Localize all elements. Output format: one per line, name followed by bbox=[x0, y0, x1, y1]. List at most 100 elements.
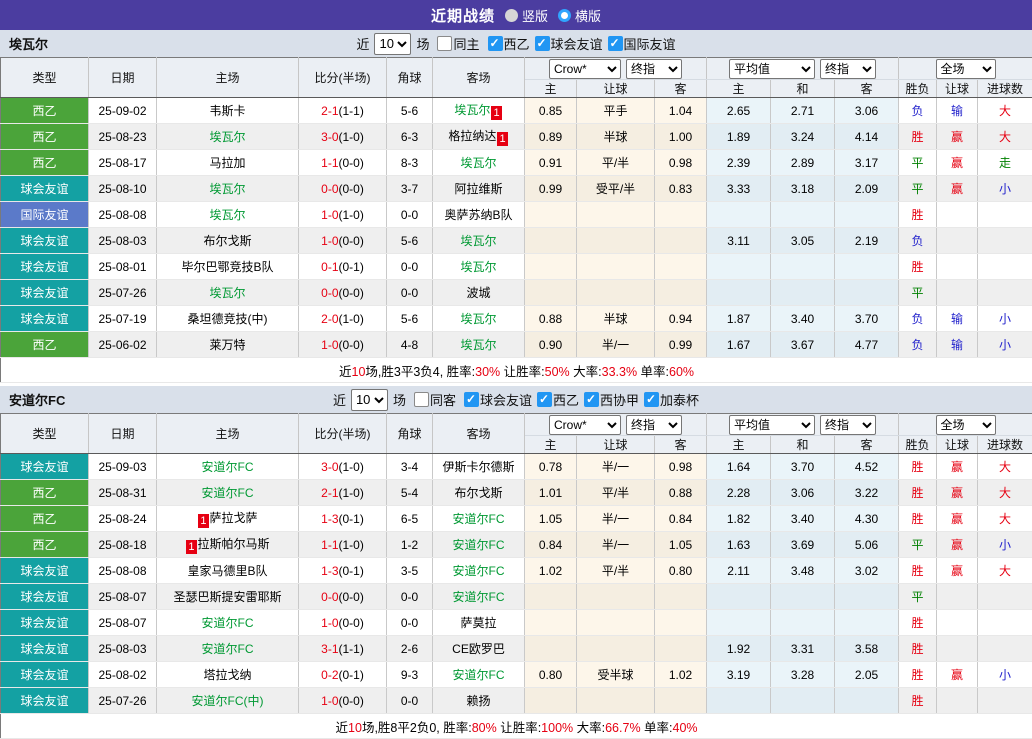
result-cell: 胜 bbox=[899, 610, 937, 636]
summary-segment: 60% bbox=[669, 365, 694, 379]
match-type-cell: 西乙 bbox=[1, 98, 89, 124]
europe-odds-cell: 3.24 bbox=[771, 124, 835, 150]
same-venue-checkbox[interactable] bbox=[414, 392, 429, 407]
europe-odds-cell: 2.65 bbox=[707, 98, 771, 124]
league-filter[interactable]: 西乙 bbox=[534, 390, 579, 409]
europe-company-select[interactable]: 平均值 bbox=[729, 415, 815, 435]
team-name: 埃瓦尔 bbox=[9, 34, 48, 53]
league-filter[interactable]: 国际友谊 bbox=[605, 34, 676, 53]
league-checkbox[interactable] bbox=[644, 392, 659, 407]
europe-odds-cell: 3.70 bbox=[835, 306, 899, 332]
result-scope-select[interactable]: 全场 bbox=[936, 415, 996, 435]
league-filter[interactable]: 球会友谊 bbox=[532, 34, 603, 53]
league-checkbox[interactable] bbox=[535, 36, 550, 51]
league-checkbox[interactable] bbox=[537, 392, 552, 407]
col-header-result-goals: 进球数 bbox=[978, 80, 1032, 98]
europe-odds-cell bbox=[771, 584, 835, 610]
europe-company-select[interactable]: 平均值 bbox=[729, 59, 815, 79]
league-filter[interactable]: 西乙 bbox=[485, 34, 530, 53]
col-header-euro-home: 主 bbox=[707, 436, 771, 454]
halftime-score: (1-0) bbox=[339, 208, 364, 222]
result-cell: 胜 bbox=[899, 124, 937, 150]
europe-final-select[interactable]: 终指 bbox=[820, 59, 876, 79]
result-cell: 输 bbox=[937, 306, 978, 332]
match-row: 球会友谊25-07-19桑坦德竞技(中)2-0(1-0)5-6埃瓦尔0.88半球… bbox=[1, 306, 1032, 332]
corner-cell: 0-0 bbox=[387, 610, 433, 636]
match-type-cell: 西乙 bbox=[1, 332, 89, 358]
league-filter[interactable]: 加泰杯 bbox=[641, 390, 699, 409]
league-filter[interactable]: 西协甲 bbox=[581, 390, 639, 409]
result-scope-select[interactable]: 全场 bbox=[936, 59, 996, 79]
away-team-cell: 安道尔FC bbox=[433, 532, 525, 558]
asia-odds-selects: Crow*终指 bbox=[525, 58, 707, 80]
home-team-name: 萨拉戈萨 bbox=[210, 511, 258, 525]
asia-odds-cell bbox=[577, 636, 655, 662]
halftime-score: (0-1) bbox=[339, 564, 364, 578]
asia-company-select[interactable]: Crow* bbox=[549, 59, 621, 79]
radio-icon-horizontal[interactable] bbox=[558, 9, 571, 22]
results-table: 类型 日期 主场 比分(半场) 角球 客场 Crow*终指 平均值终指 全场 bbox=[0, 57, 1032, 383]
asia-odds-cell: 0.89 bbox=[525, 124, 577, 150]
asia-odds-cell: 半/一 bbox=[577, 332, 655, 358]
fulltime-score: 0-0 bbox=[321, 590, 338, 604]
result-cell: 赢 bbox=[937, 150, 978, 176]
radio-icon-vertical[interactable] bbox=[505, 9, 518, 22]
league-checkbox[interactable] bbox=[488, 36, 503, 51]
match-row: 球会友谊25-08-03安道尔FC3-1(1-1)2-6CE欧罗巴1.923.3… bbox=[1, 636, 1032, 662]
asia-odds-cell: 0.94 bbox=[655, 306, 707, 332]
fulltime-score: 2-1 bbox=[321, 486, 338, 500]
halftime-score: (0-1) bbox=[339, 668, 364, 682]
league-checkbox[interactable] bbox=[584, 392, 599, 407]
asia-odds-cell bbox=[577, 280, 655, 306]
europe-final-select[interactable]: 终指 bbox=[820, 415, 876, 435]
same-venue-filter[interactable]: 同主 bbox=[434, 34, 479, 53]
europe-odds-selects: 平均值终指 bbox=[707, 414, 899, 436]
col-header-score: 比分(半场) bbox=[299, 58, 387, 98]
away-team-cell: 萨莫拉 bbox=[433, 610, 525, 636]
europe-odds-cell bbox=[707, 202, 771, 228]
match-count-select[interactable]: 10 bbox=[374, 33, 411, 55]
europe-odds-cell: 4.30 bbox=[835, 506, 899, 532]
same-venue-label: 同客 bbox=[430, 390, 456, 409]
same-venue-checkbox[interactable] bbox=[437, 36, 452, 51]
away-team-cell: 安道尔FC bbox=[433, 506, 525, 532]
home-team-cell: 埃瓦尔 bbox=[157, 280, 299, 306]
europe-odds-cell: 4.14 bbox=[835, 124, 899, 150]
home-team-name: 莱万特 bbox=[209, 338, 245, 352]
away-team-cell: 埃瓦尔 bbox=[433, 228, 525, 254]
asia-final-select[interactable]: 终指 bbox=[626, 59, 682, 79]
home-team-name: 布尔戈斯 bbox=[203, 234, 251, 248]
layout-radio-vertical[interactable]: 竖版 bbox=[505, 6, 548, 25]
result-cell: 负 bbox=[899, 228, 937, 254]
layout-radio-horizontal[interactable]: 横版 bbox=[558, 6, 601, 25]
score-cell: 0-0(0-0) bbox=[299, 584, 387, 610]
asia-final-select[interactable]: 终指 bbox=[626, 415, 682, 435]
halftime-score: (0-0) bbox=[339, 286, 364, 300]
away-team-cell: 赖扬 bbox=[433, 688, 525, 714]
asia-odds-cell bbox=[655, 584, 707, 610]
fulltime-score: 1-0 bbox=[321, 338, 338, 352]
match-row: 西乙25-08-23埃瓦尔3-0(1-0)6-3格拉纳达10.89半球1.001… bbox=[1, 124, 1032, 150]
asia-company-select[interactable]: Crow* bbox=[549, 415, 621, 435]
result-cell: 胜 bbox=[899, 506, 937, 532]
score-cell: 1-3(0-1) bbox=[299, 506, 387, 532]
col-header-result-wdl: 胜负 bbox=[899, 436, 937, 454]
europe-odds-cell bbox=[835, 610, 899, 636]
europe-odds-cell bbox=[707, 584, 771, 610]
europe-odds-selects: 平均值终指 bbox=[707, 58, 899, 80]
europe-odds-cell: 3.22 bbox=[835, 480, 899, 506]
match-count-select[interactable]: 10 bbox=[351, 389, 388, 411]
col-header-euro-away: 客 bbox=[835, 436, 899, 454]
corner-cell: 0-0 bbox=[387, 280, 433, 306]
summary-text: 近10场,胜3平3负4, 胜率:30% 让胜率:50% 大率:33.3% 单率:… bbox=[1, 358, 1032, 383]
same-venue-filter[interactable]: 同客 bbox=[411, 390, 456, 409]
match-date-cell: 25-07-19 bbox=[89, 306, 157, 332]
league-checkbox[interactable] bbox=[464, 392, 479, 407]
asia-odds-cell bbox=[655, 688, 707, 714]
league-checkbox[interactable] bbox=[608, 36, 623, 51]
match-rows: 西乙25-09-02韦斯卡2-1(1-1)5-6埃瓦尔10.85平手1.042.… bbox=[1, 98, 1032, 358]
col-header-home: 主场 bbox=[157, 414, 299, 454]
league-filter[interactable]: 球会友谊 bbox=[461, 390, 532, 409]
team-section-header: 埃瓦尔 近 10 场 同主 西乙球会友谊国际友谊 bbox=[0, 30, 1032, 57]
result-cell: 赢 bbox=[937, 454, 978, 480]
